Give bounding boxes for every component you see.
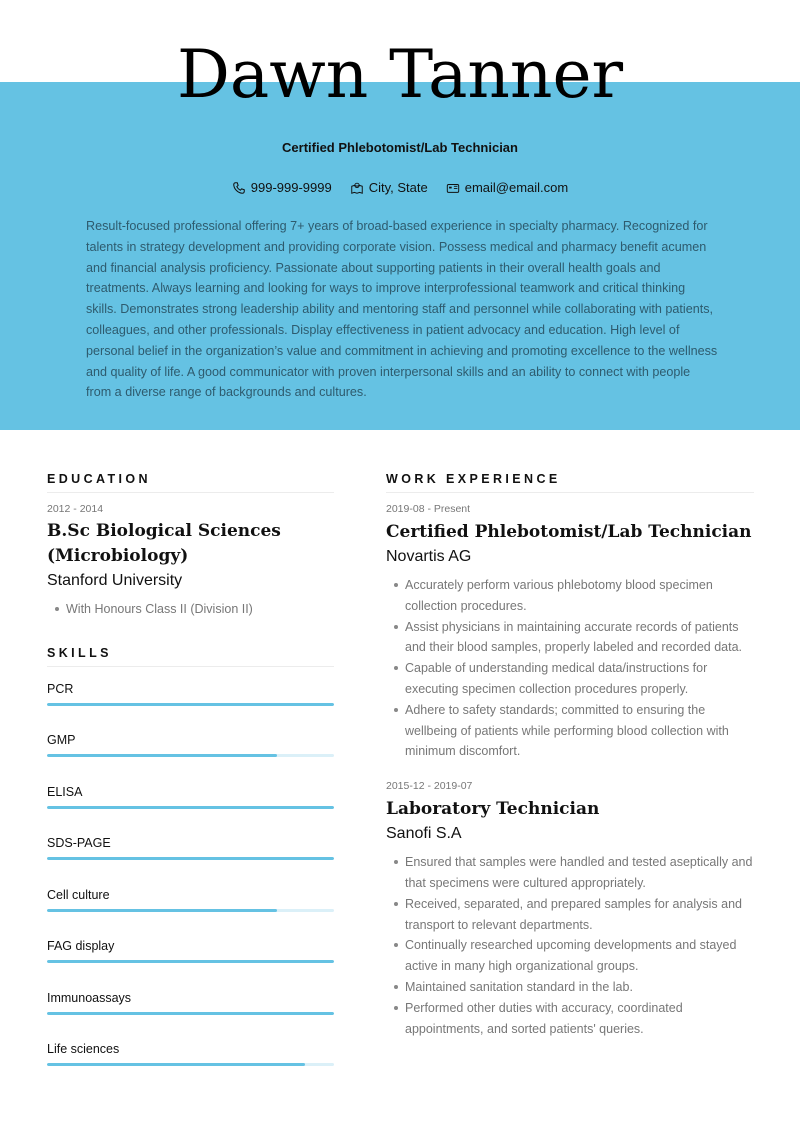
company-name: Novartis AG [386, 548, 472, 565]
education-date: 2012 - 2014 [47, 503, 104, 515]
education-bullets: With Honours Class II (Division II) [47, 599, 334, 620]
skill-label: FAG display [47, 939, 115, 954]
job-bullet: Assist physicians in maintaining accurat… [386, 617, 754, 659]
skill-level-fill [47, 908, 277, 912]
candidate-name: Dawn Tanner [176, 36, 624, 113]
skill-label: ELISA [47, 784, 83, 799]
skill-level-bar [47, 857, 334, 861]
job-bullet: Performed other duties with accuracy, co… [386, 998, 754, 1040]
skill-label: GMP [47, 733, 76, 748]
skill-level-fill [47, 960, 334, 964]
skill-level-bar [47, 805, 334, 809]
phone-text: 999-999-9999 [250, 180, 332, 195]
contact-location: City, State [350, 180, 428, 195]
skill-level-fill [47, 805, 334, 809]
location-text: City, State [368, 180, 428, 195]
skill-label: SDS-PAGE [47, 836, 111, 851]
job-bullet: Received, separated, and prepared sample… [386, 894, 754, 936]
job-bullet: Capable of understanding medical data/in… [386, 658, 754, 700]
job-bullet: Adhere to safety standards; committed to… [386, 700, 754, 762]
contact-info: 999-999-9999 City, State email@email.com [0, 180, 800, 195]
skill-level-bar [47, 754, 334, 758]
experience-heading: WORK EXPERIENCE [386, 472, 754, 493]
job-bullet: Accurately perform various phlebotomy bl… [386, 575, 754, 617]
company-name: Sanofi S.A [386, 825, 462, 843]
skill-label: Immunoassays [47, 990, 132, 1005]
job-date: 2015-12 - 2019-07 [386, 780, 473, 793]
skill-level-bar [47, 960, 334, 964]
skill-item: Cell culture [47, 883, 334, 935]
job-title: Laboratory Technician [386, 799, 600, 820]
contact-email[interactable]: email@email.com [446, 180, 569, 195]
skill-item: SDS-PAGE [47, 831, 334, 883]
job-bullet: Continually researched upcoming developm… [386, 935, 754, 977]
education-section: EDUCATION 2012 - 2014 B.Sc Biological Sc… [47, 472, 334, 620]
summary: Result-focused professional offering 7+ … [86, 219, 718, 400]
job-bullets: Ensured that samples were handled and te… [386, 852, 754, 1039]
headline: Certified Phlebotomist/Lab Technician [282, 140, 518, 155]
jobs-list: 2019-08 - Present Certified Phlebotomist/… [386, 503, 754, 1039]
right-column: WORK EXPERIENCE 2019-08 - Present Certifi… [386, 472, 754, 1057]
degree: B.Sc Biological Sciences (Microbiology) [47, 521, 281, 566]
skill-label: PCR [47, 681, 74, 696]
skill-level-fill [47, 754, 277, 758]
job-item: 2019-08 - Present Certified Phlebotomist/… [386, 503, 754, 762]
job-bullets: Accurately perform various phlebotomy bl… [386, 575, 754, 762]
location-icon [350, 182, 363, 194]
job-bullet: Ensured that samples were handled and te… [386, 852, 754, 894]
contact-phone[interactable]: 999-999-9999 [232, 180, 332, 195]
skill-item: ELISA [47, 780, 334, 832]
skills-list: PCR GMP ELISA SDS-PAGE Cell culture FAG displ… [47, 677, 334, 1089]
skill-item: Immunoassays [47, 986, 334, 1038]
skill-level-bar [47, 1011, 334, 1015]
email-text: email@email.com [464, 180, 569, 195]
job-bullet: Maintained sanitation standard in the la… [386, 977, 754, 998]
skill-item: GMP [47, 728, 334, 780]
left-column: EDUCATION 2012 - 2014 B.Sc Biological Sc… [47, 472, 334, 1089]
education-heading: EDUCATION [47, 472, 334, 493]
skills-section: SKILLS PCR GMP ELISA SDS-PAGE Cell culture FA… [47, 646, 334, 1089]
skill-level-fill [47, 1063, 306, 1067]
skill-level-bar [47, 908, 334, 912]
skill-item: FAG display [47, 934, 334, 986]
skill-level-fill [47, 857, 334, 861]
skill-label: Life sciences [47, 1042, 120, 1057]
skill-label: Cell culture [47, 887, 110, 902]
phone-icon [232, 181, 245, 194]
skills-heading: SKILLS [47, 646, 334, 667]
job-title: Certified Phlebotomist/Lab Technician [386, 522, 752, 542]
school: Stanford University [47, 572, 183, 589]
skill-item: Life sciences [47, 1037, 334, 1089]
skill-item: PCR [47, 677, 334, 729]
skill-level-bar [47, 702, 334, 706]
education-item: 2012 - 2014 B.Sc Biological Sciences (Mi… [47, 503, 334, 620]
mailbox-icon [446, 183, 459, 193]
skill-level-bar [47, 1063, 334, 1067]
skill-level-fill [47, 702, 334, 706]
job-item: 2015-12 - 2019-07 Laboratory Technician Sa… [386, 780, 754, 1039]
skill-level-fill [47, 1011, 334, 1015]
experience-section: WORK EXPERIENCE 2019-08 - Present Certifi… [386, 472, 754, 1039]
education-bullet: With Honours Class II (Division II) [47, 599, 334, 620]
job-date: 2019-08 - Present [386, 503, 471, 515]
